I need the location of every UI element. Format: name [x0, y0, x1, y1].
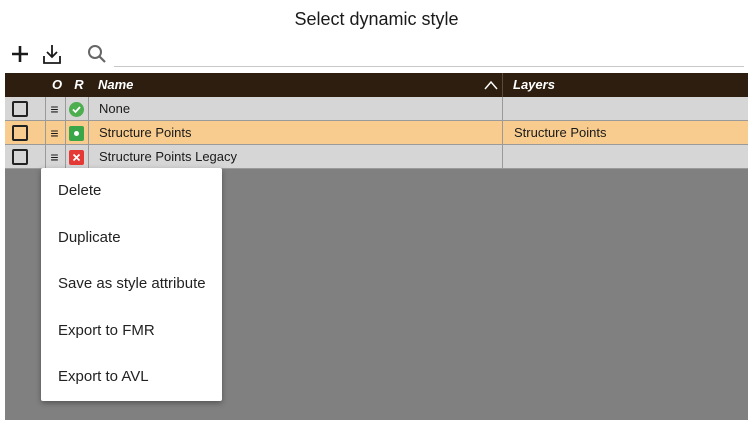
- toolbar: [0, 38, 753, 70]
- menu-item-export-avl[interactable]: Export to AVL: [41, 354, 222, 400]
- active-dot-icon: [69, 125, 84, 141]
- check-circle-icon: [69, 101, 84, 117]
- status-cell: [65, 145, 87, 169]
- download-icon: [43, 45, 61, 64]
- import-style-button[interactable]: [39, 40, 65, 68]
- menu-item-delete[interactable]: Delete: [41, 168, 222, 214]
- drag-handle-icon[interactable]: ≡: [45, 97, 63, 121]
- column-divider: [502, 73, 503, 97]
- error-x-icon: [69, 149, 84, 165]
- table-row[interactable]: ≡ Structure Points Structure Points: [5, 121, 748, 145]
- table-row[interactable]: ≡ None: [5, 97, 748, 121]
- style-name: Structure Points Legacy: [88, 145, 502, 169]
- search-icon: [88, 45, 106, 63]
- sort-ascending-icon[interactable]: [483, 78, 499, 92]
- style-layers: [502, 145, 748, 169]
- context-menu: Delete Duplicate Save as style attribute…: [41, 168, 222, 401]
- column-header-r[interactable]: R: [72, 73, 86, 97]
- menu-item-export-fmr[interactable]: Export to FMR: [41, 308, 222, 354]
- add-style-button[interactable]: [7, 40, 33, 68]
- style-name: None: [88, 97, 502, 121]
- row-checkbox[interactable]: [12, 149, 28, 165]
- style-layers: Structure Points: [502, 121, 748, 145]
- menu-item-duplicate[interactable]: Duplicate: [41, 215, 222, 261]
- row-checkbox[interactable]: [12, 101, 28, 117]
- drag-handle-icon[interactable]: ≡: [45, 145, 63, 169]
- plus-icon: [12, 46, 28, 62]
- menu-item-save-as-style-attribute[interactable]: Save as style attribute: [41, 261, 222, 307]
- column-header-layers[interactable]: Layers: [513, 73, 555, 97]
- status-cell: [65, 121, 87, 145]
- search-input[interactable]: [114, 42, 744, 67]
- column-header-o[interactable]: O: [50, 73, 64, 97]
- status-cell: [65, 97, 87, 121]
- drag-handle-icon[interactable]: ≡: [45, 121, 63, 145]
- style-layers: [502, 97, 748, 121]
- table-header: O R Name Layers: [5, 73, 748, 97]
- row-checkbox[interactable]: [12, 125, 28, 141]
- table-row[interactable]: ≡ Structure Points Legacy: [5, 145, 748, 169]
- style-name: Structure Points: [88, 121, 502, 145]
- dialog-title: Select dynamic style: [294, 9, 459, 29]
- column-header-name[interactable]: Name: [98, 73, 133, 97]
